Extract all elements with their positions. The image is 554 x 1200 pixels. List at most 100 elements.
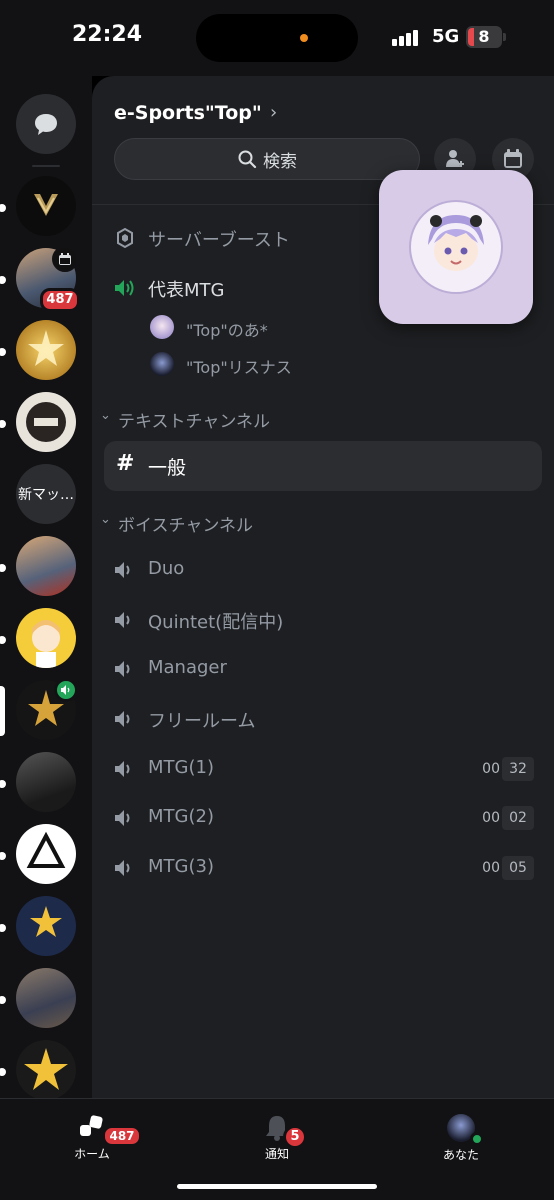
tab-you[interactable]: あなた [411, 1113, 511, 1163]
unread-indicator [0, 780, 6, 788]
status-bar: 22:24 5G 8 [0, 0, 554, 76]
server-icon-kopl[interactable] [16, 824, 76, 884]
voice-channel-label: 代表MTG [148, 280, 225, 301]
speaker-icon [114, 758, 136, 780]
battery-level: 8 [478, 27, 490, 46]
voice-channel[interactable]: Manager [92, 647, 554, 691]
voice-channel-label: フリールーム [148, 711, 256, 732]
rail-separator [32, 165, 60, 167]
unread-indicator [0, 852, 6, 860]
nova-logo-icon [34, 194, 58, 216]
add-user-icon [446, 150, 464, 167]
star-icon [28, 330, 64, 366]
server-icon-game-2[interactable] [16, 536, 76, 596]
speaker-icon [114, 559, 136, 581]
server-boost-label: サーバーブースト [148, 230, 290, 251]
speaker-icon [114, 658, 136, 680]
network-type: 5G [432, 26, 460, 47]
category-label: ボイスチャンネル [118, 516, 253, 536]
search-label: 検索 [263, 151, 297, 172]
speaker-icon [114, 857, 136, 879]
server-icon-game-3[interactable] [16, 968, 76, 1028]
voice-channel-label: MTG(3) [148, 856, 214, 877]
user-avatar-icon [446, 1114, 484, 1146]
chevron-right-icon[interactable]: › [270, 102, 277, 123]
avatar [150, 315, 174, 339]
search-button[interactable]: 検索 [114, 138, 420, 180]
direct-messages-button[interactable] [16, 94, 76, 154]
voice-channel[interactable]: フリールーム [92, 697, 554, 741]
home-indicator [177, 1184, 377, 1189]
server-icon-nova[interactable] [16, 176, 76, 236]
speaker-icon [114, 609, 136, 631]
voice-channel[interactable]: Quintet(配信中) [92, 598, 554, 642]
battery-tip [503, 33, 506, 41]
voice-channel-label: MTG(2) [148, 806, 214, 827]
unread-indicator [0, 636, 6, 644]
user-profile-popup[interactable] [379, 170, 533, 324]
voice-channel[interactable]: MTG(2) 00 02 [92, 796, 554, 840]
speaker-icon [114, 708, 136, 730]
category-voice-channels[interactable]: ⌄ ボイスチャンネル [100, 510, 540, 536]
unread-indicator [0, 996, 6, 1004]
status-time: 22:24 [72, 22, 143, 47]
speaker-active-icon [114, 277, 136, 299]
voice-channel[interactable]: MTG(3) 00 05 [92, 846, 554, 890]
chat-bubble-icon [35, 114, 57, 135]
avatar [150, 352, 174, 376]
user-limit: 32 [502, 757, 534, 781]
server-icon-championship[interactable] [16, 320, 76, 380]
voice-channel-label: Manager [148, 657, 227, 678]
unread-indicator [0, 564, 6, 572]
user-count: 00 [482, 810, 500, 826]
member-name: "Top"のあ* [186, 321, 268, 340]
tab-notifications[interactable]: 5 通知 [227, 1113, 327, 1162]
chevron-down-icon: ⌄ [100, 512, 111, 527]
home-badge: 487 [102, 1125, 142, 1147]
channel-label: 一般 [148, 457, 187, 479]
mention-badge: 487 [40, 288, 80, 312]
kopl-logo-icon [26, 831, 66, 868]
unread-indicator [0, 348, 6, 356]
avatar [409, 200, 503, 294]
server-icon-portrait[interactable] [16, 752, 76, 812]
voice-channel[interactable]: MTG(1) 00 32 [92, 747, 554, 791]
server-icon-kouya[interactable] [16, 896, 76, 956]
user-count: 00 [482, 761, 500, 777]
chevron-down-icon: ⌄ [100, 408, 111, 423]
tab-home[interactable]: 487 ホーム [42, 1113, 142, 1162]
voice-channel[interactable]: Duo [92, 548, 554, 592]
crest-icon [26, 402, 66, 442]
speaker-icon [114, 807, 136, 829]
unread-indicator [0, 924, 6, 932]
server-icon-star[interactable] [16, 1040, 76, 1098]
tab-notifications-label: 通知 [264, 1147, 289, 1161]
unread-indicator [0, 1068, 6, 1076]
user-limit: 02 [502, 806, 534, 830]
server-name[interactable]: e-Sports"Top" [114, 102, 262, 124]
voice-member[interactable]: "Top"リスナス [92, 347, 554, 381]
tab-home-label: ホーム [74, 1147, 110, 1161]
character-icon [32, 620, 60, 668]
battery-icon: 8 [466, 26, 502, 48]
unread-indicator [0, 276, 6, 284]
dynamic-island [196, 14, 358, 62]
text-channel-selected[interactable]: # 一般 [104, 441, 542, 491]
server-rail: 487 新マッ… [0, 76, 92, 1098]
notifications-badge: 5 [283, 1125, 307, 1149]
active-server-indicator [0, 686, 5, 736]
server-icon-cantis[interactable] [16, 392, 76, 452]
search-icon [238, 150, 257, 169]
signal-icon [392, 28, 422, 46]
user-limit: 05 [502, 856, 534, 880]
kouya-logo-icon [30, 906, 62, 937]
recording-indicator [300, 34, 308, 42]
server-icon-anime[interactable] [16, 608, 76, 668]
voice-active-icon [54, 678, 78, 702]
server-folder[interactable]: 新マッ… [16, 464, 76, 524]
category-label: テキストチャンネル [118, 412, 270, 432]
voice-channel-label: Duo [148, 558, 185, 579]
category-text-channels[interactable]: ⌄ テキストチャンネル [100, 406, 540, 432]
hashtag-icon: # [116, 451, 135, 476]
unread-indicator [0, 204, 6, 212]
